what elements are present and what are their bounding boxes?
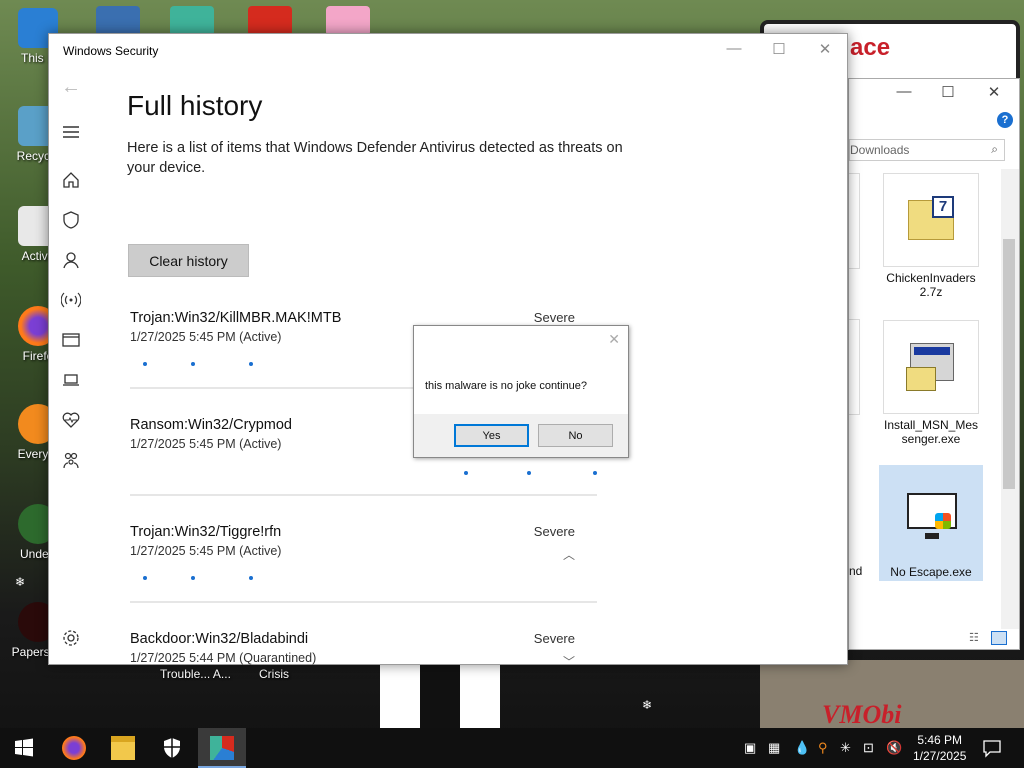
desktop-top-icon-1[interactable] <box>96 6 140 36</box>
water-drop-icon[interactable]: 💧 <box>794 740 810 756</box>
page-title: Full history <box>127 90 263 121</box>
loading-dots <box>130 572 597 586</box>
chevron-up-icon[interactable]: ︿ <box>563 546 575 563</box>
file-item-selected[interactable]: No Escape.exe <box>879 465 983 581</box>
windows-security-shield-icon[interactable] <box>160 736 184 760</box>
page-description: Here is a list of items that Windows Def… <box>127 140 623 176</box>
chevron-down-icon[interactable]: ﹀ <box>563 653 575 670</box>
search-placeholder: Downloads <box>850 143 910 157</box>
minimize-button[interactable]: — <box>719 40 749 57</box>
desktop-icon-label-trouble[interactable]: Trouble... A... <box>160 667 231 681</box>
tray-app-icon[interactable]: ▦ <box>768 740 780 756</box>
device-health-heart-icon[interactable] <box>61 410 81 430</box>
clear-history-button[interactable]: Clear history <box>128 244 249 277</box>
file-name: ChickenInvaders 2.7z <box>886 271 976 299</box>
threat-item[interactable]: Trojan:Win32/Tiggre!rfn 1/27/2025 5:45 P… <box>130 524 597 586</box>
dialog-body: ✕ this malware is no joke continue? <box>414 326 628 414</box>
maximize-button[interactable]: ☐ <box>764 40 794 58</box>
notification-center-icon[interactable] <box>982 738 1002 758</box>
close-button[interactable]: ✕ <box>810 40 840 58</box>
7z-archive-icon: 7 <box>883 173 979 267</box>
scrollbar[interactable] <box>1001 169 1019 629</box>
account-person-icon[interactable] <box>61 250 81 270</box>
system-clock[interactable]: 5:46 PM 1/27/2025 <box>913 732 966 764</box>
large-icons-view-icon[interactable] <box>991 631 1007 645</box>
threat-name: Trojan:Win32/Tiggre!rfn <box>130 524 282 540</box>
loading-dots <box>130 467 597 481</box>
message-dialog: ✕ this malware is no joke continue? Yes … <box>413 325 629 458</box>
background-road-text: VMObi <box>822 700 902 729</box>
hamburger-menu-icon[interactable] <box>61 122 81 142</box>
home-icon[interactable] <box>61 170 81 190</box>
view-toggle-icons[interactable]: ☷ <box>969 631 1009 647</box>
app-icon <box>210 736 234 760</box>
threat-name: Backdoor:Win32/Bladabindi <box>130 631 309 647</box>
partial-file-thumbnail[interactable] <box>849 173 860 269</box>
no-button[interactable]: No <box>538 424 613 447</box>
partial-file-label: nd <box>849 564 863 578</box>
mcdonalds-icon[interactable] <box>248 6 292 36</box>
file-item[interactable]: Install_MSN_Mes senger.exe <box>881 320 981 446</box>
clock-time: 5:46 PM <box>917 733 963 747</box>
no-escape-exe-icon <box>883 467 979 561</box>
family-options-icon[interactable] <box>61 450 81 470</box>
background-figure-shadow <box>420 665 460 728</box>
tray-app-icon[interactable]: ▣ <box>744 740 756 756</box>
threat-name: Trojan:Win32/KillMBR.MAK!MTB <box>130 310 342 326</box>
sun-icon[interactable]: ✳ <box>840 740 851 756</box>
search-input[interactable]: Downloads ⌕ <box>849 139 1005 161</box>
snowflake-icon: ❄ <box>642 698 653 712</box>
background-sign-text: ace <box>850 34 891 61</box>
desktop-top-icon-4[interactable] <box>326 6 370 36</box>
snowflake-icon: ❄ <box>628 528 639 542</box>
separator <box>130 601 597 603</box>
search-icon: ⌕ <box>991 142 998 156</box>
file-item[interactable]: 7 ChickenInvaders 2.7z <box>881 173 981 299</box>
file-explorer-window: — ☐ ✕ ? Downloads ⌕ nd 7 ChickenInvaders… <box>848 78 1020 650</box>
network-wifi-icon[interactable] <box>61 290 81 310</box>
volume-muted-icon[interactable]: 🔇 <box>886 740 902 756</box>
taskbar: ▣ ▦ 💧 ⚲ ✳ ⊡ 🔇 5:46 PM 1/27/2025 <box>0 728 1024 768</box>
threat-date: 1/27/2025 5:45 PM (Active) <box>130 544 282 558</box>
taskbar-active-app[interactable] <box>198 728 246 768</box>
threat-severity: Severe <box>533 310 575 325</box>
app-browser-icon[interactable] <box>61 330 81 350</box>
installer-icon <box>883 320 979 414</box>
window-title: Windows Security <box>63 44 159 58</box>
device-security-laptop-icon[interactable] <box>61 370 81 390</box>
file-explorer-icon[interactable] <box>111 736 135 760</box>
maximize-button[interactable]: ☐ <box>933 83 963 101</box>
file-name: Install_MSN_Mes senger.exe <box>883 418 979 446</box>
windows-start-icon[interactable] <box>12 736 36 760</box>
partial-file-thumbnail[interactable] <box>849 319 860 415</box>
snowflake-icon: ❄ <box>15 575 26 589</box>
network-icon[interactable]: ⊡ <box>863 740 874 756</box>
help-icon[interactable]: ? <box>997 112 1013 128</box>
threat-item[interactable]: Backdoor:Win32/Bladabindi 1/27/2025 5:44… <box>130 631 597 669</box>
threat-severity: Severe <box>533 524 575 539</box>
separator <box>130 494 597 496</box>
threat-date: 1/27/2025 5:44 PM (Quarantined) <box>130 651 317 665</box>
details-view-icon[interactable]: ☷ <box>969 631 979 644</box>
minimize-button[interactable]: — <box>889 83 919 100</box>
settings-gear-icon[interactable] <box>61 628 81 648</box>
desktop-top-icon-2[interactable] <box>170 6 214 36</box>
shield-icon[interactable] <box>61 210 81 230</box>
firefox-icon[interactable] <box>62 736 86 760</box>
yes-button[interactable]: Yes <box>454 424 529 447</box>
scrollbar-thumb[interactable] <box>1003 239 1015 489</box>
clock-date: 1/27/2025 <box>913 749 967 763</box>
back-arrow-icon[interactable]: ← <box>61 76 81 99</box>
desktop-icon-label-crisis[interactable]: Crisis <box>259 667 289 681</box>
close-button[interactable]: ✕ <box>979 83 1009 101</box>
file-name: No Escape.exe <box>890 565 972 579</box>
threat-severity: Severe <box>533 631 575 646</box>
dialog-message: this malware is no joke continue? <box>425 380 588 392</box>
search-tray-icon[interactable]: ⚲ <box>818 740 828 756</box>
close-icon[interactable]: ✕ <box>608 331 620 348</box>
